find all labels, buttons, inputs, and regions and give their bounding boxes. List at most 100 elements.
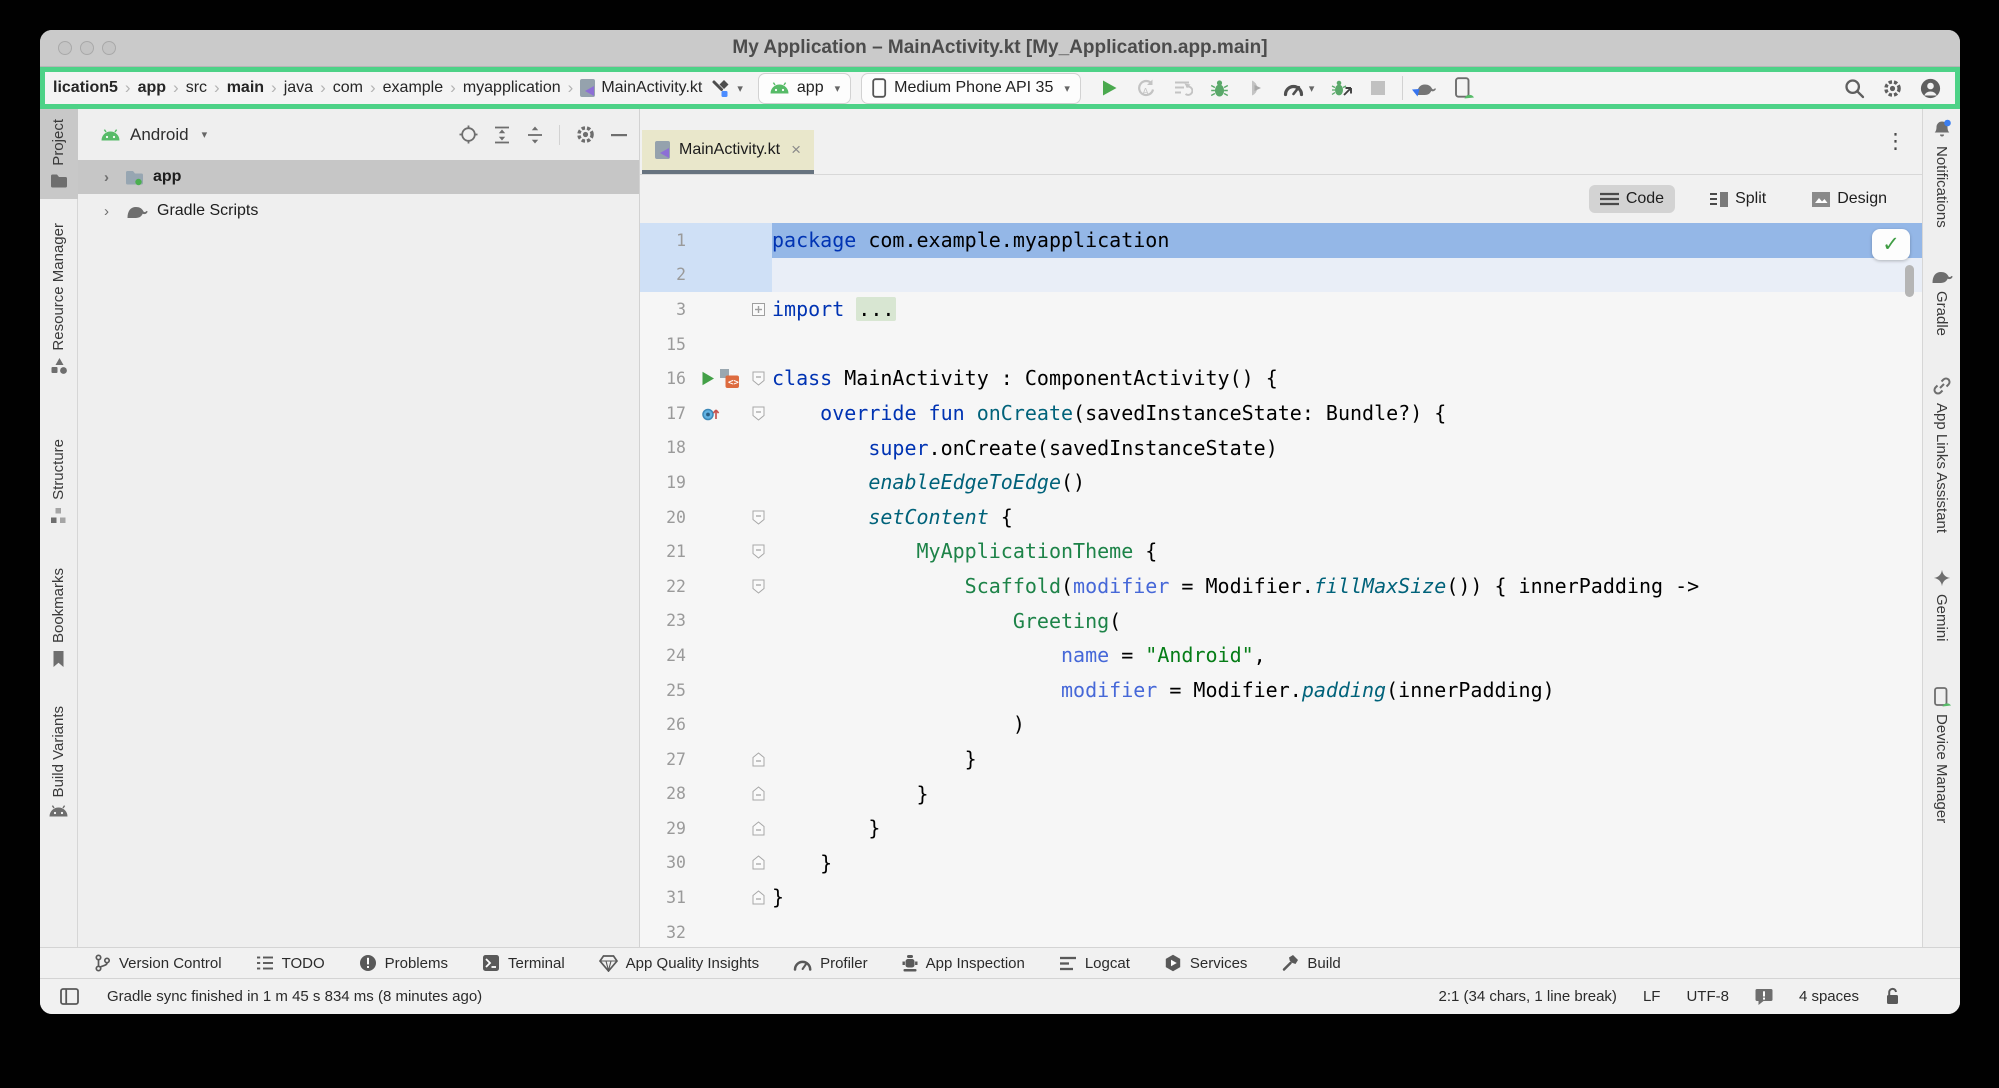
fold-marker-icon[interactable] xyxy=(752,303,765,316)
code-line-18[interactable]: 18 super.onCreate(savedInstanceState) xyxy=(640,431,1922,466)
tab-options-icon[interactable]: ⋮ xyxy=(1885,129,1922,154)
tool-window-button-terminal[interactable]: Terminal xyxy=(482,954,565,972)
tool-window-button-logcat[interactable]: Logcat xyxy=(1059,955,1130,972)
code-line-26[interactable]: 26 ) xyxy=(640,707,1922,742)
tool-window-button-todo[interactable]: TODO xyxy=(256,955,325,972)
profiler-icon[interactable]: ▾ xyxy=(1282,78,1315,98)
debug-icon[interactable] xyxy=(1210,79,1229,98)
code-line-21[interactable]: 21 MyApplicationTheme { xyxy=(640,534,1922,569)
chevron-right-icon[interactable]: › xyxy=(104,169,116,186)
search-icon[interactable] xyxy=(1844,78,1865,99)
build-tasks-dropdown[interactable]: ▾ xyxy=(706,76,748,101)
tool-window-layout-icon[interactable] xyxy=(60,988,79,1005)
view-mode-design[interactable]: Design xyxy=(1801,185,1898,213)
tool-window-button-project[interactable]: Project xyxy=(40,109,78,199)
tool-window-button-profiler[interactable]: Profiler xyxy=(793,955,868,972)
tool-window-button-version-control[interactable]: Version Control xyxy=(94,954,222,972)
code-line-27[interactable]: 27 } xyxy=(640,742,1922,777)
breadcrumb-app[interactable]: app xyxy=(134,79,170,97)
fold-marker-icon[interactable] xyxy=(752,406,765,421)
close-window-button[interactable] xyxy=(58,41,72,55)
run-config-selector[interactable]: app ▾ xyxy=(758,73,851,104)
fold-marker-icon[interactable] xyxy=(752,855,765,870)
tool-window-button-structure[interactable]: Structure xyxy=(40,429,78,534)
expand-all-icon[interactable] xyxy=(493,126,511,144)
code-line-17[interactable]: 17 override fun onCreate(savedInstanceSt… xyxy=(640,396,1922,431)
editor-tab-mainactivity[interactable]: MainActivity.kt × xyxy=(642,130,814,174)
code-line-15[interactable]: 15 xyxy=(640,327,1922,362)
code-editor[interactable]: 1package com.example.myapplication23impo… xyxy=(640,223,1922,947)
code-line-2[interactable]: 2 xyxy=(640,258,1922,293)
code-line-32[interactable]: 32 xyxy=(640,915,1922,947)
gutter-compose-icon[interactable]: <> xyxy=(718,368,741,389)
view-mode-split[interactable]: Split xyxy=(1699,185,1777,213)
close-tab-icon[interactable]: × xyxy=(791,140,801,160)
view-mode-code[interactable]: Code xyxy=(1589,185,1675,213)
caret-position[interactable]: 2:1 (34 chars, 1 line break) xyxy=(1439,988,1617,1005)
editor-scrollbar[interactable] xyxy=(1905,265,1914,297)
gear-icon[interactable] xyxy=(575,124,596,145)
code-line-29[interactable]: 29 } xyxy=(640,811,1922,846)
tree-item-app[interactable]: ›app xyxy=(78,160,639,194)
indent-setting[interactable]: 4 spaces xyxy=(1799,988,1859,1005)
breadcrumb-com[interactable]: com xyxy=(329,79,367,97)
attach-debugger-icon[interactable] xyxy=(1246,78,1265,98)
fold-marker-icon[interactable] xyxy=(752,786,765,801)
gutter-override-icon[interactable] xyxy=(700,404,723,423)
device-manager-icon[interactable] xyxy=(1454,77,1474,99)
tool-window-button-resource-manager[interactable]: Resource Manager xyxy=(40,213,78,386)
breadcrumb-src[interactable]: src xyxy=(182,79,211,97)
apply-code-changes-icon[interactable] xyxy=(1173,78,1193,98)
code-line-25[interactable]: 25 modifier = Modifier.padding(innerPadd… xyxy=(640,673,1922,708)
run-icon[interactable] xyxy=(1099,78,1119,98)
fold-marker-icon[interactable] xyxy=(752,579,765,594)
code-line-22[interactable]: 22 Scaffold(modifier = Modifier.fillMaxS… xyxy=(640,569,1922,604)
fold-marker-icon[interactable] xyxy=(752,510,765,525)
tree-item-gradle-scripts[interactable]: ›Gradle Scripts xyxy=(78,194,639,228)
fold-marker-icon[interactable] xyxy=(752,821,765,836)
code-line-28[interactable]: 28 } xyxy=(640,777,1922,812)
file-encoding[interactable]: UTF-8 xyxy=(1686,988,1729,1005)
code-line-1[interactable]: 1package com.example.myapplication xyxy=(640,223,1922,258)
chevron-right-icon[interactable]: › xyxy=(104,203,116,220)
collapse-all-icon[interactable] xyxy=(526,126,544,144)
project-view-selector[interactable]: Android ▾ xyxy=(100,125,207,145)
line-separator[interactable]: LF xyxy=(1643,988,1661,1005)
breadcrumb-main[interactable]: main xyxy=(223,79,268,97)
profile-low-overhead-icon[interactable] xyxy=(1331,78,1353,98)
zoom-window-button[interactable] xyxy=(102,41,116,55)
tool-window-button-gradle[interactable]: Gradle xyxy=(1923,258,1961,346)
fold-marker-icon[interactable] xyxy=(752,890,765,905)
tool-window-button-app-inspection[interactable]: App Inspection xyxy=(902,954,1025,972)
tool-window-button-bookmarks[interactable]: Bookmarks xyxy=(40,558,78,678)
settings-icon[interactable] xyxy=(1882,78,1903,99)
code-line-20[interactable]: 20 setContent { xyxy=(640,500,1922,535)
apply-changes-icon[interactable]: A xyxy=(1136,78,1156,98)
fold-marker-icon[interactable] xyxy=(752,371,765,386)
tool-window-button-app-links-assistant[interactable]: App Links Assistant xyxy=(1923,366,1961,543)
code-line-19[interactable]: 19 enableEdgeToEdge() xyxy=(640,465,1922,500)
code-line-3[interactable]: 3import ... xyxy=(640,292,1922,327)
breadcrumb-java[interactable]: java xyxy=(280,79,317,97)
hide-icon[interactable] xyxy=(611,133,627,137)
breadcrumb-mainactivity-kt[interactable]: MainActivity.kt xyxy=(576,79,706,97)
code-line-24[interactable]: 24 name = "Android", xyxy=(640,638,1922,673)
fold-marker-icon[interactable] xyxy=(752,752,765,767)
tool-window-button-services[interactable]: Services xyxy=(1164,954,1248,972)
code-line-30[interactable]: 30 } xyxy=(640,846,1922,881)
code-line-16[interactable]: 16<>class MainActivity : ComponentActivi… xyxy=(640,361,1922,396)
tool-window-button-app-quality-insights[interactable]: App Quality Insights xyxy=(599,955,759,972)
tool-window-button-device-manager[interactable]: Device Manager xyxy=(1923,677,1961,833)
sync-gradle-icon[interactable] xyxy=(1411,79,1437,98)
breadcrumb-example[interactable]: example xyxy=(379,79,447,97)
device-selector[interactable]: Medium Phone API 35 ▾ xyxy=(861,73,1081,104)
code-line-23[interactable]: 23 Greeting( xyxy=(640,604,1922,639)
tool-window-button-problems[interactable]: Problems xyxy=(359,954,448,972)
inspections-passed-icon[interactable]: ✓ xyxy=(1872,229,1910,260)
gutter-run-icon[interactable] xyxy=(700,370,716,387)
breadcrumb-lication5[interactable]: lication5 xyxy=(49,79,122,97)
locate-icon[interactable] xyxy=(459,125,478,144)
tool-window-button-notifications[interactable]: Notifications xyxy=(1923,109,1961,238)
stop-icon[interactable] xyxy=(1370,80,1386,96)
code-line-31[interactable]: 31} xyxy=(640,880,1922,915)
